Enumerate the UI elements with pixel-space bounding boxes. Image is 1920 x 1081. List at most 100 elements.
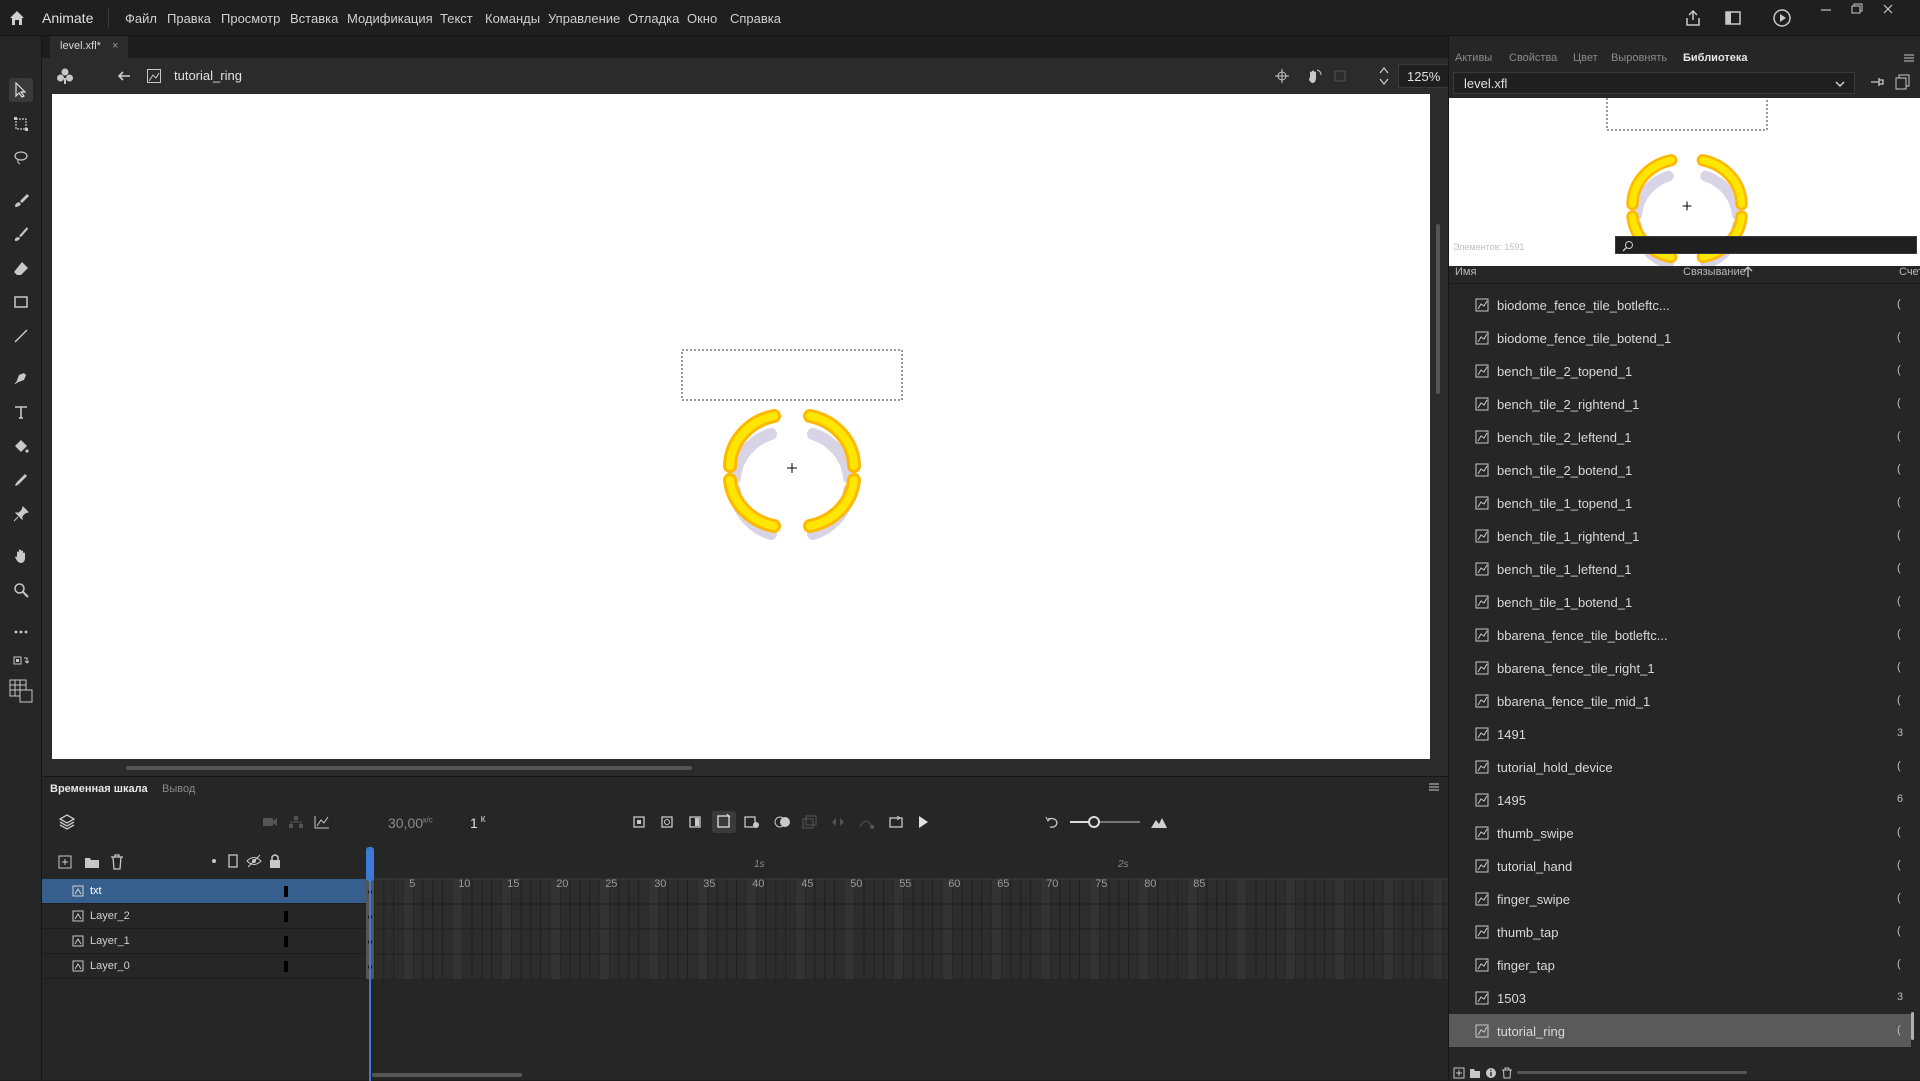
menu-commands[interactable]: Команды [485,11,540,26]
layer-row-layer-1[interactable]: Layer_1 [42,929,366,954]
library-item[interactable]: tutorial_hold_device ( [1449,750,1911,783]
edit-toolbar-icon[interactable] [6,676,36,706]
onion-skin-icon[interactable] [774,815,792,829]
library-item[interactable]: bench_tile_2_botend_1 ( [1449,453,1911,486]
selection-tool-icon[interactable] [9,78,33,102]
play-icon[interactable] [916,815,930,829]
playhead[interactable] [366,843,374,1081]
new-symbol-icon[interactable] [1453,1067,1465,1079]
library-item[interactable]: 1495 6 [1449,783,1911,816]
tab-assets[interactable]: Активы [1455,52,1492,64]
library-hscrollbar[interactable] [1517,1071,1747,1074]
classic-tween-icon[interactable] [830,815,846,829]
new-folder-icon[interactable] [84,855,100,869]
close-tab-icon[interactable]: × [112,40,118,52]
minimize-icon[interactable] [1818,2,1838,22]
timeline-scrollbar[interactable] [372,1073,522,1077]
library-item[interactable]: bbarena_fence_tile_right_1 ( [1449,651,1911,684]
more-tools-icon[interactable] [9,620,33,644]
paint-bucket-tool-icon[interactable] [9,434,33,458]
menu-control[interactable]: Управление [548,11,620,26]
horizontal-scrollbar[interactable] [126,766,692,770]
library-scrollbar[interactable] [1911,832,1915,1042]
vertical-scrollbar[interactable] [1436,224,1440,394]
insert-keyframe-icon[interactable] [632,815,646,829]
insert-frame-icon[interactable] [688,815,702,829]
motion-tween-icon[interactable] [858,815,874,829]
test-movie-icon[interactable] [1772,8,1792,28]
library-item[interactable]: finger_swipe ( [1449,882,1911,915]
menu-window[interactable]: Окно [687,11,717,26]
layer-outline-color[interactable] [284,911,288,922]
library-item[interactable]: 1491 3 [1449,717,1911,750]
library-item[interactable]: tutorial_hand ( [1449,849,1911,882]
delete-frame-icon[interactable] [744,815,760,829]
panel-menu-icon[interactable] [1428,781,1440,793]
properties-icon[interactable] [1485,1067,1497,1079]
edit-symbols-icon[interactable] [56,67,74,85]
loop-playback-icon[interactable] [888,815,904,829]
library-item[interactable]: bench_tile_1_topend_1 ( [1449,486,1911,519]
eraser-tool-icon[interactable] [9,256,33,280]
stage-canvas[interactable] [52,94,1430,759]
library-search-input[interactable] [1615,236,1917,254]
new-folder-icon[interactable] [1469,1067,1481,1079]
new-layer-icon[interactable] [58,855,72,869]
menu-modify[interactable]: Модификация [347,11,433,26]
close-icon[interactable] [1880,2,1900,22]
layer-outline-color[interactable] [284,961,288,972]
auto-keyframe-icon[interactable] [712,811,736,833]
tutorial-ring-graphic[interactable] [52,94,1430,759]
column-linkage[interactable]: Связывание [1683,266,1746,278]
zoom-stepper-icon[interactable] [1378,64,1390,88]
trash-icon[interactable] [110,854,124,870]
delete-icon[interactable] [1501,1067,1513,1079]
brush-tool-icon[interactable] [9,222,33,246]
layer-row-layer-0[interactable]: Layer_0 [42,954,366,979]
hide-layers-icon[interactable] [246,854,262,868]
layer-parenting-icon[interactable] [288,815,304,829]
graph-icon[interactable] [314,815,330,829]
library-item[interactable]: bench_tile_2_topend_1 ( [1449,354,1911,387]
eyedropper-tool-icon[interactable] [9,468,33,492]
layer-outline-color[interactable] [284,936,288,947]
menu-help[interactable]: Справка [730,11,781,26]
column-name[interactable]: Имя [1455,266,1476,278]
free-transform-tool-icon[interactable] [9,112,33,136]
camera-icon[interactable] [262,815,278,829]
library-item[interactable]: finger_tap ( [1449,948,1911,981]
menu-view[interactable]: Просмотр [221,11,280,26]
layer-outline-color[interactable] [284,886,288,897]
frame-zoom-handle[interactable] [1088,816,1100,828]
layer-row-txt[interactable]: txt [42,879,366,904]
library-item[interactable]: biodome_fence_tile_botend_1 ( [1449,321,1911,354]
library-item[interactable]: thumb_tap ( [1449,915,1911,948]
clip-content-icon[interactable] [1334,70,1346,82]
menu-text[interactable]: Текст [440,11,473,26]
tab-timeline[interactable]: Временная шкала [50,783,148,795]
tab-align[interactable]: Выровнять [1611,52,1667,64]
highlight-layers-icon[interactable] [212,859,216,863]
rectangle-tool-icon[interactable] [9,290,33,314]
fluid-brush-tool-icon[interactable] [9,188,33,212]
pin-tool-icon[interactable] [9,502,33,526]
edit-multiple-frames-icon[interactable] [802,815,818,829]
library-item[interactable]: biodome_fence_tile_botleftc... ( [1449,288,1911,321]
lock-layers-icon[interactable] [268,853,282,869]
restore-icon[interactable] [1849,2,1869,22]
insert-blank-keyframe-icon[interactable] [660,815,674,829]
library-item[interactable]: tutorial_ring ( [1449,1014,1911,1047]
home-icon[interactable] [8,9,26,27]
undo-zoom-icon[interactable] [1044,815,1060,829]
center-stage-icon[interactable] [1274,68,1290,84]
library-item[interactable]: bench_tile_1_rightend_1 ( [1449,519,1911,552]
current-frame[interactable]: 1К [470,815,485,831]
frames-grid[interactable]: 1s 2s 5 10 15 20 25 30 35 40 45 50 55 60 65 70 75 80 85 [366,843,1448,1073]
new-library-panel-icon[interactable] [1895,74,1911,90]
fit-frames-icon[interactable] [1150,814,1168,830]
library-item[interactable]: bench_tile_1_botend_1 ( [1449,585,1911,618]
menu-edit[interactable]: Правка [167,11,211,26]
pin-library-icon[interactable] [1869,74,1885,90]
menu-insert[interactable]: Вставка [290,11,338,26]
zoom-tool-icon[interactable] [9,578,33,602]
